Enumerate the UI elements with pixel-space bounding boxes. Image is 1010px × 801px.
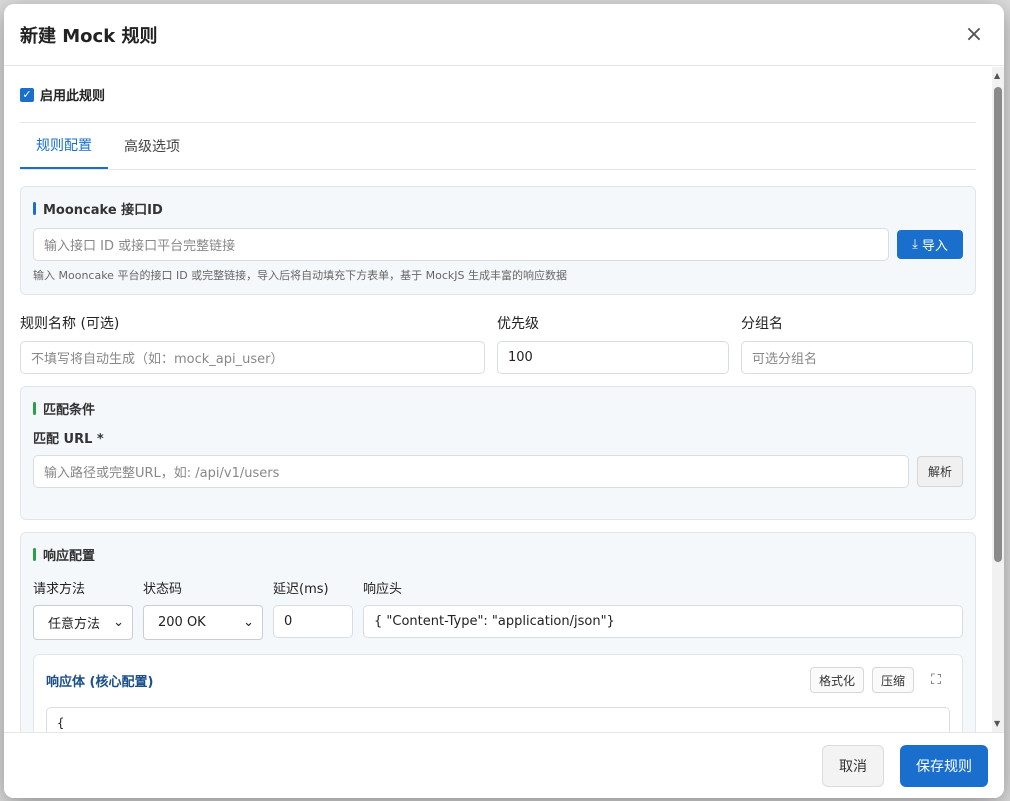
enable-rule-row: ✓ 启用此规则 bbox=[20, 67, 976, 123]
match-url-input[interactable]: 输入路径或完整URL，如: /api/v1/users bbox=[33, 455, 909, 488]
import-label: 导入 bbox=[921, 239, 948, 254]
dialog-title: 新建 Mock 规则 bbox=[20, 25, 158, 47]
response-body-title: 响应体 (核心配置) bbox=[46, 674, 154, 690]
tab-bar: 规则配置 高级选项 bbox=[20, 123, 976, 170]
scroll-thumb[interactable] bbox=[994, 87, 1002, 562]
rule-meta-row: 规则名称 (可选) 不填写将自动生成（如：mock_api_user） 优先级 … bbox=[20, 313, 976, 374]
response-fields-row: 请求方法 任意方法 ⌄ 状态码 200 OK ⌄ 延迟(ms) 0 响应头 {… bbox=[33, 578, 963, 640]
chevron-down-icon: ⌄ bbox=[113, 615, 124, 630]
status-select[interactable]: 200 OK ⌄ bbox=[143, 605, 263, 640]
section-marker bbox=[33, 202, 36, 215]
match-url-row: 输入路径或完整URL，如: /api/v1/users 解析 bbox=[33, 455, 963, 488]
priority-field: 优先级 100 bbox=[497, 313, 729, 374]
match-url-label: 匹配 URL * bbox=[33, 432, 104, 447]
enable-rule-label[interactable]: 启用此规则 bbox=[40, 85, 105, 104]
response-section-title: 响应配置 bbox=[33, 545, 963, 564]
scrollbar[interactable]: ▲ ▼ bbox=[992, 67, 1004, 732]
compress-button[interactable]: 压缩 bbox=[872, 667, 914, 693]
priority-label: 优先级 bbox=[497, 316, 539, 332]
headers-field: 响应头 { "Content-Type": "application/json"… bbox=[363, 578, 963, 640]
rule-name-field: 规则名称 (可选) 不填写将自动生成（如：mock_api_user） bbox=[20, 313, 485, 374]
import-button[interactable]: ⤓ 导入 bbox=[897, 230, 963, 259]
method-select[interactable]: 任意方法 ⌄ bbox=[33, 605, 133, 640]
mooncake-hint: 输入 Mooncake 平台的接口 ID 或完整链接，导入后将自动填充下方表单，… bbox=[33, 269, 568, 282]
editor-toolbar: 格式化 压缩 ⛶ bbox=[810, 667, 950, 693]
status-field: 状态码 200 OK ⌄ bbox=[143, 578, 263, 640]
scroll-down-icon[interactable]: ▼ bbox=[994, 719, 1000, 728]
delay-label: 延迟(ms) bbox=[273, 582, 329, 597]
headers-label: 响应头 bbox=[363, 582, 403, 597]
parse-button[interactable]: 解析 bbox=[917, 456, 963, 487]
method-label: 请求方法 bbox=[33, 582, 86, 597]
headers-input[interactable]: { "Content-Type": "application/json"} bbox=[363, 605, 963, 638]
group-label: 分组名 bbox=[741, 316, 783, 332]
tab-rule-config[interactable]: 规则配置 bbox=[20, 123, 108, 169]
dialog-footer: 取消 保存规则 bbox=[4, 732, 1004, 798]
editor-header: 响应体 (核心配置) 格式化 压缩 ⛶ bbox=[46, 667, 950, 693]
scroll-up-icon[interactable]: ▲ bbox=[994, 71, 1000, 80]
group-input[interactable]: 可选分组名 bbox=[741, 341, 973, 374]
save-rule-button[interactable]: 保存规则 bbox=[900, 744, 988, 787]
match-panel: 匹配条件 匹配 URL * 输入路径或完整URL，如: /api/v1/user… bbox=[20, 386, 976, 520]
rule-name-input[interactable]: 不填写将自动生成（如：mock_api_user） bbox=[20, 341, 485, 374]
mooncake-panel: Mooncake 接口ID 输入接口 ID 或接口平台完整链接 ⤓ 导入 输入 … bbox=[20, 186, 976, 295]
method-value: 任意方法 bbox=[48, 617, 101, 632]
dialog-header: 新建 Mock 规则 × bbox=[4, 4, 1004, 66]
mooncake-input-row: 输入接口 ID 或接口平台完整链接 ⤓ 导入 bbox=[33, 228, 963, 261]
close-icon[interactable]: × bbox=[960, 21, 988, 49]
response-body-editor: 响应体 (核心配置) 格式化 压缩 ⛶ { bbox=[33, 654, 963, 732]
enable-rule-checkbox[interactable]: ✓ bbox=[20, 87, 34, 102]
priority-input[interactable]: 100 bbox=[497, 341, 729, 374]
rule-name-label: 规则名称 (可选) bbox=[20, 316, 120, 332]
new-mock-rule-dialog: 新建 Mock 规则 × ✓ 启用此规则 规则配置 高级选项 Mooncake … bbox=[4, 4, 1004, 798]
match-title: 匹配条件 bbox=[43, 403, 96, 418]
cancel-button[interactable]: 取消 bbox=[822, 744, 884, 787]
tab-advanced-options[interactable]: 高级选项 bbox=[108, 123, 196, 169]
response-title: 响应配置 bbox=[43, 549, 96, 564]
method-field: 请求方法 任意方法 ⌄ bbox=[33, 578, 133, 640]
fullscreen-icon[interactable]: ⛶ bbox=[922, 667, 950, 693]
mooncake-id-input[interactable]: 输入接口 ID 或接口平台完整链接 bbox=[33, 228, 889, 261]
mooncake-title: Mooncake 接口ID bbox=[43, 203, 163, 218]
section-marker bbox=[33, 402, 36, 415]
response-panel: 响应配置 请求方法 任意方法 ⌄ 状态码 200 OK ⌄ 延迟(ms) 0 响… bbox=[20, 532, 976, 732]
section-marker bbox=[33, 548, 36, 561]
chevron-down-icon: ⌄ bbox=[243, 615, 254, 630]
download-icon: ⤓ bbox=[912, 237, 918, 252]
status-value: 200 OK bbox=[158, 615, 206, 630]
delay-field: 延迟(ms) 0 bbox=[273, 578, 353, 640]
group-field: 分组名 可选分组名 bbox=[741, 313, 973, 374]
dialog-body: ✓ 启用此规则 规则配置 高级选项 Mooncake 接口ID 输入接口 ID … bbox=[4, 67, 992, 732]
match-section-title: 匹配条件 bbox=[33, 399, 963, 418]
status-label: 状态码 bbox=[143, 582, 183, 597]
mooncake-section-title: Mooncake 接口ID bbox=[33, 199, 963, 218]
response-body-code[interactable]: { bbox=[46, 707, 950, 732]
delay-input[interactable]: 0 bbox=[273, 605, 353, 638]
format-button[interactable]: 格式化 bbox=[810, 667, 864, 693]
